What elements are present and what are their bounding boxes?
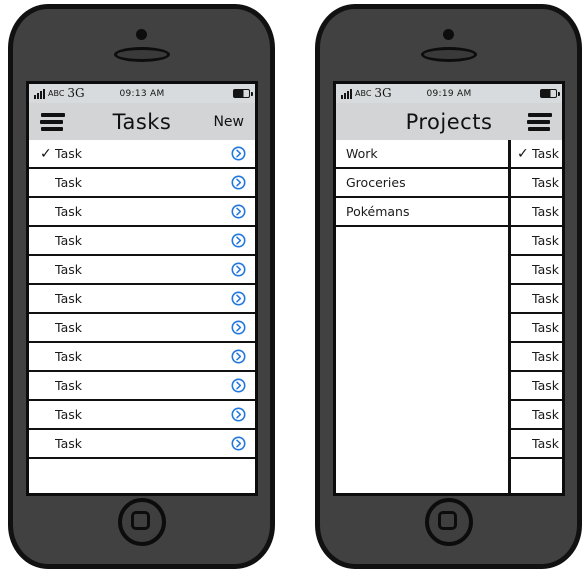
task-list-row[interactable]: ✓Task — [511, 343, 562, 372]
task-row-label: Task — [532, 262, 559, 277]
mockup-stage: ABC 3G 09:13 AM Tasks New ✓Task✓Task✓Tas… — [0, 0, 587, 573]
chevron-right-circle-icon[interactable] — [231, 233, 246, 248]
task-row-label: Task — [532, 378, 559, 393]
task-row-label: Task — [55, 320, 82, 335]
screen-right: ABC 3G 09:19 AM Projects Work Groceries Po… — [333, 81, 565, 496]
phone-device-right: ABC 3G 09:19 AM Projects Work Groceries Po… — [315, 4, 582, 569]
chevron-right-circle-icon[interactable] — [231, 349, 246, 364]
nav-bar-right: Projects — [336, 103, 562, 140]
peek-task-list[interactable]: ✓Task✓Task✓Task✓Task✓Task✓Task✓Task✓Task… — [508, 140, 562, 493]
chevron-right-circle-icon[interactable] — [231, 146, 246, 161]
task-row-label: Task — [55, 349, 82, 364]
task-row-label: Task — [55, 146, 82, 161]
chevron-right-circle-icon[interactable] — [231, 291, 246, 306]
task-list-row[interactable]: ✓Task — [511, 372, 562, 401]
task-list-row[interactable]: ✓Task — [29, 256, 255, 285]
battery-icon — [540, 89, 560, 98]
home-button-icon[interactable] — [424, 498, 473, 546]
task-list-row[interactable]: ✓Task — [511, 169, 562, 198]
status-bar-left: ABC 3G 09:13 AM — [29, 84, 255, 103]
task-list-row[interactable]: ✓Task — [511, 430, 562, 459]
project-drawer-list[interactable]: Work Groceries Pokémans — [336, 140, 508, 493]
task-row-label: Task — [55, 407, 82, 422]
drawer-stack: WorkGroceriesPokémans ✓Task✓Task✓Task✓Ta… — [336, 140, 562, 493]
task-row-label: Task — [55, 291, 82, 306]
nav-bar-left: Tasks New — [29, 103, 255, 140]
task-row-label: Task — [532, 320, 559, 335]
task-row-label: Task — [55, 262, 82, 277]
status-bar-clock: 09:13 AM — [119, 88, 165, 99]
task-row-label: Task — [532, 146, 559, 161]
task-row-label: Task — [532, 175, 559, 190]
task-row-label: Task — [532, 436, 559, 451]
earpiece-speaker-icon — [113, 47, 170, 62]
task-list-row[interactable]: ✓Task — [29, 430, 255, 459]
chevron-right-circle-icon[interactable] — [231, 378, 246, 393]
hamburger-menu-icon[interactable] — [527, 112, 552, 131]
task-list-row[interactable]: ✓Task — [29, 372, 255, 401]
status-bar-right: ABC 3G 09:19 AM — [336, 84, 562, 103]
task-list-row[interactable]: ✓Task — [511, 140, 562, 169]
task-list-row[interactable]: ✓Task — [29, 401, 255, 430]
status-bar-clock: 09:19 AM — [426, 88, 472, 99]
chevron-right-circle-icon[interactable] — [231, 320, 246, 335]
camera-dot-icon — [135, 29, 147, 40]
chevron-right-circle-icon[interactable] — [231, 407, 246, 422]
task-row-label: Task — [55, 378, 82, 393]
task-list-row[interactable]: ✓Task — [511, 256, 562, 285]
project-drawer-label: Pokémans — [346, 204, 410, 219]
task-list-row[interactable]: ✓Task — [511, 285, 562, 314]
chevron-right-circle-icon[interactable] — [231, 436, 246, 451]
task-row-label: Task — [532, 233, 559, 248]
task-list-row[interactable]: ✓Task — [511, 198, 562, 227]
project-drawer-label: Groceries — [346, 175, 406, 190]
screen-left: ABC 3G 09:13 AM Tasks New ✓Task✓Task✓Tas… — [26, 81, 258, 496]
task-list-row[interactable]: ✓Task — [29, 314, 255, 343]
new-task-button[interactable]: New — [213, 114, 244, 130]
task-list-row[interactable]: ✓Task — [29, 198, 255, 227]
task-row-label: Task — [532, 349, 559, 364]
task-row-label: Task — [55, 436, 82, 451]
task-list-row[interactable]: ✓Task — [511, 314, 562, 343]
task-row-label: Task — [532, 291, 559, 306]
task-row-label: Task — [55, 204, 82, 219]
task-list-row[interactable]: ✓Task — [511, 227, 562, 256]
task-list-row[interactable]: ✓Task — [29, 169, 255, 198]
task-row-label: Task — [55, 175, 82, 190]
project-drawer-row[interactable]: Pokémans — [336, 198, 508, 227]
phone-device-left: ABC 3G 09:13 AM Tasks New ✓Task✓Task✓Tas… — [8, 4, 275, 569]
task-checked-icon[interactable]: ✓ — [40, 147, 55, 161]
status-bar-right-group — [540, 89, 560, 98]
task-list-row[interactable]: ✓Task — [29, 285, 255, 314]
task-list-row[interactable]: ✓Task — [511, 401, 562, 430]
task-list-row[interactable]: ✓Task — [29, 140, 255, 169]
battery-icon — [233, 89, 253, 98]
hamburger-menu-icon[interactable] — [40, 112, 65, 131]
earpiece-speaker-icon — [420, 47, 477, 62]
chevron-right-circle-icon[interactable] — [231, 204, 246, 219]
task-list[interactable]: ✓Task✓Task✓Task✓Task✓Task✓Task✓Task✓Task… — [29, 140, 255, 493]
task-list-row[interactable]: ✓Task — [29, 343, 255, 372]
home-button-icon[interactable] — [117, 498, 166, 546]
camera-dot-icon — [442, 29, 454, 40]
task-list-row[interactable]: ✓Task — [29, 227, 255, 256]
chevron-right-circle-icon[interactable] — [231, 175, 246, 190]
project-drawer-label: Work — [346, 146, 378, 161]
task-row-label: Task — [532, 204, 559, 219]
status-bar-right-group — [233, 89, 253, 98]
project-drawer-row[interactable]: Work — [336, 140, 508, 169]
task-checked-icon[interactable]: ✓ — [517, 147, 532, 161]
task-row-label: Task — [532, 407, 559, 422]
project-drawer-row[interactable]: Groceries — [336, 169, 508, 198]
task-row-label: Task — [55, 233, 82, 248]
chevron-right-circle-icon[interactable] — [231, 262, 246, 277]
